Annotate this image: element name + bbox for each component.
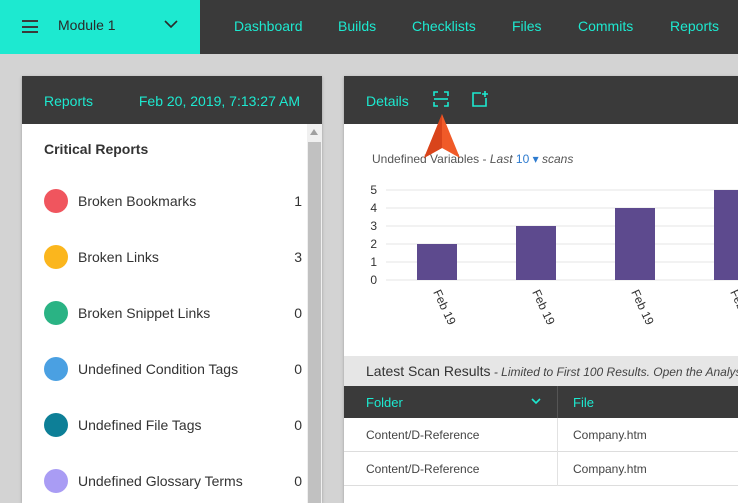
status-dot-icon [44, 413, 68, 437]
chart-title: Undefined Variables - Last 10 ▾ scans [372, 152, 573, 166]
report-item-broken-links[interactable]: Broken Links 3 [44, 245, 304, 271]
tab-reports[interactable]: Reports [670, 18, 719, 34]
cell-file: Company.htm [573, 428, 647, 442]
reports-panel-header: Reports Feb 20, 2019, 7:13:27 AM [22, 76, 322, 124]
table-row[interactable]: Content/D-Reference Company.htm [344, 418, 738, 452]
latest-scan-results-heading: Latest Scan Results [366, 363, 491, 379]
sort-chevron-icon[interactable] [530, 395, 542, 407]
cell-file: Company.htm [573, 462, 647, 476]
report-item-undefined-glossary-terms[interactable]: Undefined Glossary Terms 0 [44, 469, 304, 495]
navigation-arrow-icon [424, 114, 460, 158]
status-dot-icon [44, 245, 68, 269]
report-item-undefined-condition-tags[interactable]: Undefined Condition Tags 0 [44, 357, 304, 383]
column-header-folder[interactable]: Folder [366, 395, 403, 410]
latest-scan-results-title: Latest Scan Results - Limited to First 1… [366, 363, 738, 379]
reports-panel: Reports Feb 20, 2019, 7:13:27 AM Critica… [22, 76, 322, 503]
report-item-count: 1 [294, 193, 302, 209]
bar [714, 190, 738, 280]
status-dot-icon [44, 469, 68, 493]
chart-title-last: Last [489, 152, 513, 166]
report-item-label: Undefined File Tags [78, 417, 202, 433]
critical-reports-heading: Critical Reports [44, 141, 149, 157]
y-tick-label: 2 [370, 237, 377, 251]
report-item-broken-bookmarks[interactable]: Broken Bookmarks 1 [44, 189, 304, 215]
chart-title-scans: scans [541, 152, 574, 166]
bar [615, 208, 655, 280]
chart-title-dash: - [479, 152, 490, 166]
report-item-broken-snippet-links[interactable]: Broken Snippet Links 0 [44, 301, 304, 327]
undefined-variables-chart: 0 1 2 3 4 5 Feb 19 Feb 19 Feb 19 Feb 19 [370, 183, 738, 327]
y-tick-label: 5 [370, 183, 377, 197]
cell-folder: Content/D-Reference [366, 428, 480, 442]
y-tick-label: 1 [370, 255, 377, 269]
report-item-count: 0 [294, 305, 302, 321]
reports-scrollbar[interactable] [307, 124, 322, 503]
bar [516, 226, 556, 280]
bar [417, 244, 457, 280]
module-selector[interactable]: Module 1 [0, 0, 200, 54]
cell-folder: Content/D-Reference [366, 462, 480, 476]
scan-count-chevron-icon[interactable]: ▾ [533, 152, 539, 166]
reports-panel-title: Reports [44, 93, 94, 109]
report-item-label: Broken Bookmarks [78, 193, 197, 209]
x-tick-label: Feb 19 [529, 287, 558, 327]
latest-scan-results-note: - Limited to First 100 Results. Open the… [490, 365, 738, 379]
details-panel-title: Details [366, 93, 409, 109]
tab-commits[interactable]: Commits [578, 18, 633, 34]
status-dot-icon [44, 357, 68, 381]
report-item-count: 0 [294, 473, 302, 489]
scan-count-dropdown[interactable]: 10 [516, 152, 529, 166]
top-nav-bar: Module 1 Dashboard Builds Checklists Fil… [0, 0, 738, 54]
y-tick-label: 3 [370, 219, 377, 233]
report-item-count: 0 [294, 417, 302, 433]
column-divider [557, 452, 558, 486]
y-tick-label: 0 [370, 273, 377, 287]
tab-dashboard[interactable]: Dashboard [234, 18, 303, 34]
fit-screen-icon[interactable] [432, 90, 450, 108]
module-name: Module 1 [58, 17, 116, 33]
report-timestamp: Feb 20, 2019, 7:13:27 AM [138, 93, 300, 109]
status-dot-icon [44, 189, 68, 213]
y-tick-label: 4 [370, 201, 377, 215]
results-table-header: Folder File [344, 386, 738, 418]
report-item-label: Undefined Glossary Terms [78, 473, 243, 489]
status-dot-icon [44, 301, 68, 325]
scrollbar-thumb[interactable] [308, 142, 321, 503]
report-item-count: 0 [294, 361, 302, 377]
table-row[interactable]: Content/D-Reference Company.htm [344, 452, 738, 486]
details-panel-header: Details [344, 76, 738, 124]
column-divider [557, 418, 558, 452]
tab-checklists[interactable]: Checklists [412, 18, 476, 34]
report-item-label: Broken Links [78, 249, 159, 265]
column-header-file[interactable]: File [573, 395, 594, 410]
tab-files[interactable]: Files [512, 18, 542, 34]
x-tick-label: Feb 19 [430, 287, 459, 327]
details-panel: Details Undefined Variables - Last 10 ▾ … [344, 76, 738, 503]
chevron-down-icon[interactable] [163, 18, 179, 30]
report-item-count: 3 [294, 249, 302, 265]
x-tick-label: Feb 19 [628, 287, 657, 327]
report-item-undefined-file-tags[interactable]: Undefined File Tags 0 [44, 413, 304, 439]
scroll-up-icon[interactable] [310, 129, 318, 135]
column-divider [557, 386, 558, 418]
tab-builds[interactable]: Builds [338, 18, 376, 34]
latest-scan-results-bar: Latest Scan Results - Limited to First 1… [344, 356, 738, 386]
x-tick-label: Feb 19 [727, 287, 738, 327]
report-item-label: Undefined Condition Tags [78, 361, 239, 377]
report-item-label: Broken Snippet Links [78, 305, 211, 321]
hamburger-menu-icon[interactable] [22, 20, 38, 33]
add-widget-icon[interactable] [471, 90, 489, 108]
